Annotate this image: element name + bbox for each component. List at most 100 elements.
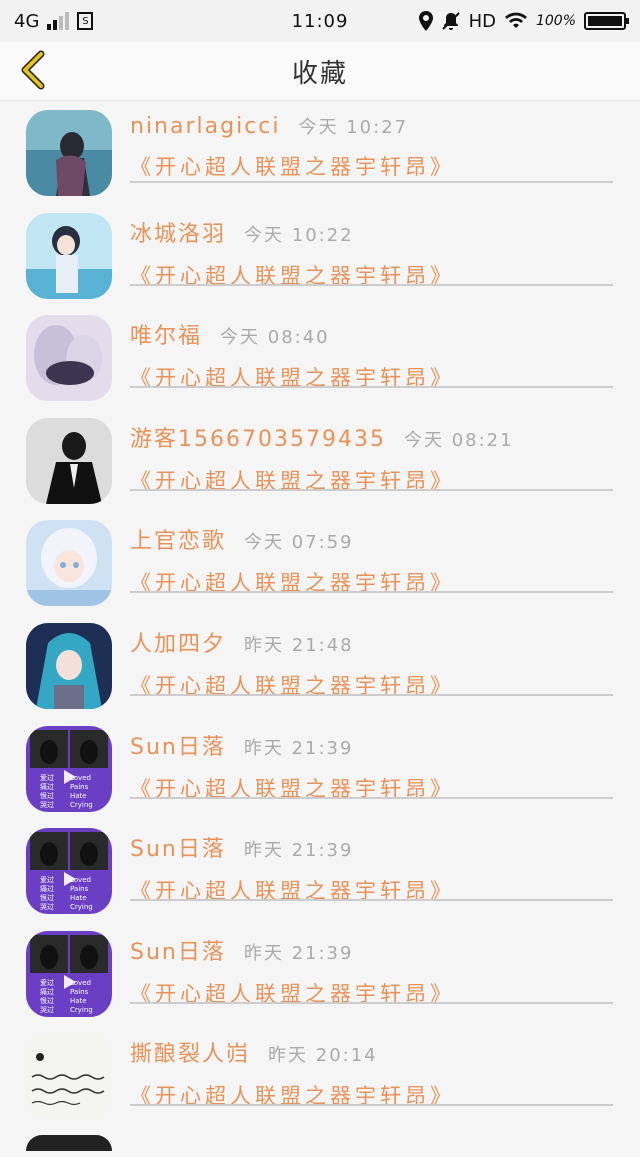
favorites-list: ninarlagicci 今天 10:27 《开心超人联盟之器宇轩昂》 冰城洛羽… <box>0 101 640 1157</box>
svg-text:痛过: 痛过 <box>40 987 54 996</box>
svg-text:爱过: 爱过 <box>40 875 54 884</box>
username[interactable]: Sun日落 <box>130 934 226 966</box>
item-info: Sun日落 昨天 21:39 《开心超人联盟之器宇轩昂》 <box>130 819 640 922</box>
page-title: 收藏 <box>291 58 348 89</box>
avatar[interactable] <box>26 1134 112 1151</box>
list-item-partial[interactable] <box>0 1127 640 1157</box>
svg-text:痛过: 痛过 <box>40 884 54 893</box>
svg-text:爱过: 爱过 <box>40 773 54 782</box>
username[interactable]: Sun日落 <box>130 729 226 761</box>
timestamp: 昨天 21:39 <box>243 737 354 759</box>
item-header: 唯尔福 今天 08:40 <box>130 318 640 350</box>
username[interactable]: ninarlagicci <box>130 114 281 139</box>
status-right: HD 100% <box>418 11 629 32</box>
svg-text:Loved: Loved <box>70 774 91 782</box>
avatar[interactable] <box>26 520 112 607</box>
item-header: ninarlagicci 今天 10:27 <box>130 113 640 139</box>
item-header: 撕酿裂人岿 昨天 20:14 <box>130 1036 640 1068</box>
divider <box>130 386 613 389</box>
item-header: Sun日落 昨天 21:39 <box>130 831 640 863</box>
timestamp: 今天 10:27 <box>298 117 409 138</box>
svg-text:Loved: Loved <box>70 979 91 987</box>
list-item[interactable]: 唯尔福 今天 08:40 《开心超人联盟之器宇轩昂》 <box>0 306 640 409</box>
item-info: 人加四夕 昨天 21:48 《开心超人联盟之器宇轩昂》 <box>130 614 640 717</box>
avatar[interactable] <box>26 110 112 196</box>
list-item[interactable]: ninarlagicci 今天 10:27 《开心超人联盟之器宇轩昂》 <box>0 101 640 204</box>
svg-text:Pains: Pains <box>70 783 89 791</box>
svg-text:Crying: Crying <box>70 1006 93 1014</box>
username[interactable]: Sun日落 <box>130 831 226 863</box>
item-info: 冰城洛羽 今天 10:22 《开心超人联盟之器宇轩昂》 <box>130 204 640 307</box>
username[interactable]: 冰城洛羽 <box>130 216 226 248</box>
list-item[interactable]: 爱过 Loved 痛过 Pains 恨过 Hate 哭过 Crying Sun日落 昨天 21… <box>0 717 640 820</box>
wifi-icon <box>504 12 527 28</box>
timestamp: 今天 10:22 <box>244 224 354 246</box>
username[interactable]: 游客1566703579435 <box>130 421 386 453</box>
svg-text:Hate: Hate <box>70 997 87 1005</box>
status-bar: 4G S 11:09 HD 100% <box>0 0 640 42</box>
clock: 11:09 <box>291 10 349 32</box>
item-header: 上官恋歌 今天 07:59 <box>130 523 640 555</box>
list-item[interactable]: 撕酿裂人岿 昨天 20:14 《开心超人联盟之器宇轩昂》 <box>0 1024 640 1127</box>
item-header: 冰城洛羽 今天 10:22 <box>130 216 640 248</box>
item-header: 人加四夕 昨天 21:48 <box>130 626 640 658</box>
svg-text:恨过: 恨过 <box>40 893 54 902</box>
svg-text:哭过: 哭过 <box>40 800 54 809</box>
item-info: Sun日落 昨天 21:39 《开心超人联盟之器宇轩昂》 <box>130 717 640 820</box>
avatar[interactable] <box>26 212 112 299</box>
divider <box>130 1001 613 1004</box>
chevron-left-icon <box>21 50 45 90</box>
battery-icon <box>584 12 629 30</box>
divider <box>130 181 613 183</box>
divider <box>130 1104 613 1107</box>
list-item[interactable]: 游客1566703579435 今天 08:21 《开心超人联盟之器宇轩昂》 <box>0 409 640 512</box>
svg-text:Loved: Loved <box>70 876 91 884</box>
avatar[interactable]: 爱过 Loved 痛过 Pains 恨过 Hate 哭过 Crying <box>26 930 112 1017</box>
avatar[interactable] <box>26 622 112 709</box>
svg-text:爱过: 爱过 <box>40 978 54 987</box>
location-icon <box>418 11 433 31</box>
list-item[interactable]: 上官恋歌 今天 07:59 《开心超人联盟之器宇轩昂》 <box>0 511 640 614</box>
status-left: 4G S <box>14 10 94 32</box>
svg-text:Crying: Crying <box>70 801 93 809</box>
avatar[interactable] <box>26 1033 112 1120</box>
svg-text:恨过: 恨过 <box>40 996 54 1005</box>
username[interactable]: 唯尔福 <box>130 318 202 350</box>
item-info: 游客1566703579435 今天 08:21 《开心超人联盟之器宇轩昂》 <box>130 409 640 512</box>
battery-percent: 100% <box>535 13 576 29</box>
item-info: 上官恋歌 今天 07:59 《开心超人联盟之器宇轩昂》 <box>130 511 640 614</box>
svg-text:Pains: Pains <box>70 988 89 996</box>
username[interactable]: 上官恋歌 <box>130 523 226 555</box>
svg-text:Pains: Pains <box>70 885 89 893</box>
network-type: 4G <box>14 10 40 32</box>
username[interactable]: 撕酿裂人岿 <box>130 1036 250 1068</box>
svg-text:哭过: 哭过 <box>40 902 54 911</box>
timestamp: 昨天 21:39 <box>243 942 354 964</box>
item-info: 唯尔福 今天 08:40 《开心超人联盟之器宇轩昂》 <box>130 306 640 409</box>
song-title[interactable]: 《开心超人联盟之器宇轩昂》 <box>130 151 640 181</box>
list-item[interactable]: 人加四夕 昨天 21:48 《开心超人联盟之器宇轩昂》 <box>0 614 640 717</box>
avatar[interactable] <box>26 417 112 504</box>
divider <box>130 899 613 902</box>
item-info: 撕酿裂人岿 昨天 20:14 《开心超人联盟之器宇轩昂》 <box>130 1024 640 1127</box>
list-item[interactable]: 爱过 Loved 痛过 Pains 恨过 Hate 哭过 Crying Sun日落 昨天 21… <box>0 819 640 922</box>
divider <box>130 488 613 491</box>
svg-text:Crying: Crying <box>70 903 93 911</box>
timestamp: 昨天 21:39 <box>243 840 354 862</box>
list-item[interactable]: 冰城洛羽 今天 10:22 《开心超人联盟之器宇轩昂》 <box>0 204 640 307</box>
avatar[interactable]: 爱过 Loved 痛过 Pains 恨过 Hate 哭过 Crying <box>26 828 112 915</box>
item-header: Sun日落 昨天 21:39 <box>130 729 640 761</box>
divider <box>130 591 613 594</box>
header-bar: 收藏 <box>0 42 640 101</box>
svg-text:Hate: Hate <box>70 894 87 902</box>
list-item[interactable]: 爱过 Loved 痛过 Pains 恨过 Hate 哭过 Crying Sun日落 昨天 21… <box>0 922 640 1025</box>
svg-text:恨过: 恨过 <box>40 791 54 800</box>
avatar[interactable] <box>26 315 112 402</box>
divider <box>130 283 613 286</box>
back-button[interactable] <box>14 50 54 90</box>
username[interactable]: 人加四夕 <box>130 626 226 658</box>
item-info: ninarlagicci 今天 10:27 《开心超人联盟之器宇轩昂》 <box>130 101 640 204</box>
avatar[interactable]: 爱过 Loved 痛过 Pains 恨过 Hate 哭过 Crying <box>26 725 112 812</box>
item-header: 游客1566703579435 今天 08:21 <box>130 421 640 453</box>
signal-icon <box>47 12 70 30</box>
